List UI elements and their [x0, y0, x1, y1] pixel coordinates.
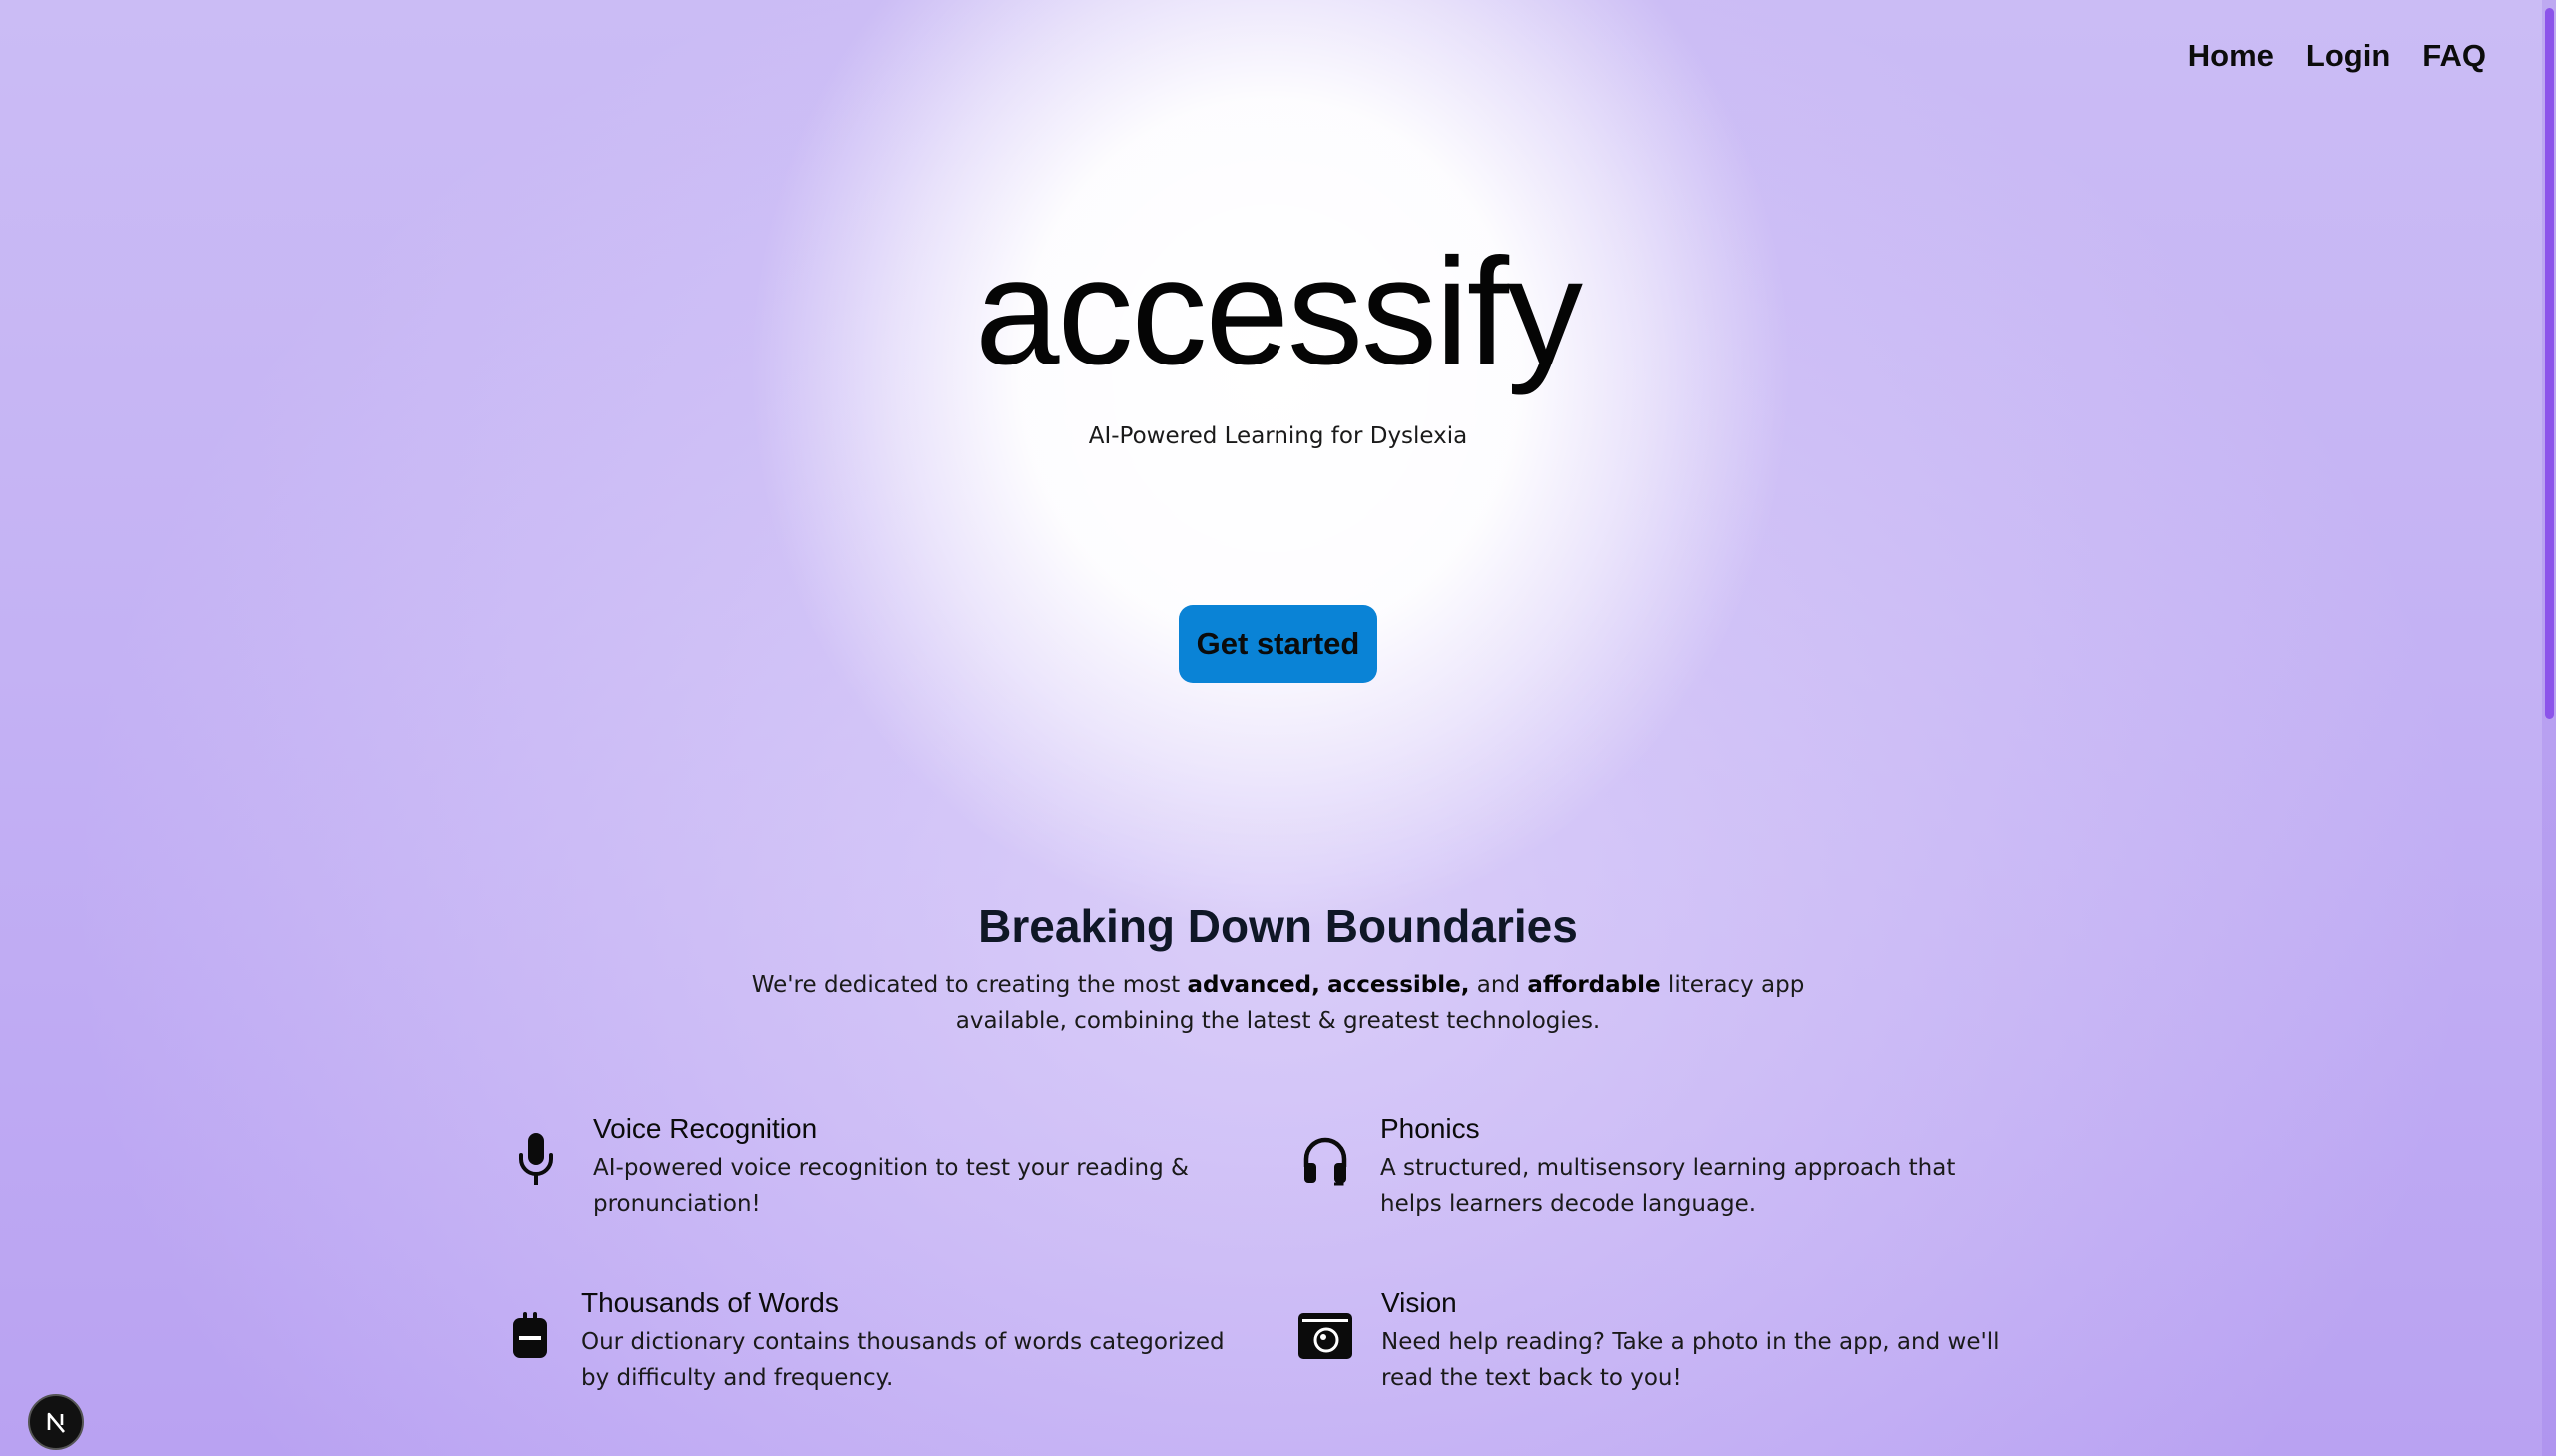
nextjs-dev-badge[interactable]	[28, 1394, 84, 1450]
feature-text: Vision Need help reading? Take a photo i…	[1381, 1284, 2041, 1396]
section-desc-text: available, combining the latest & greate…	[955, 1008, 1601, 1034]
feature-description: Need help reading? Take a photo in the a…	[1381, 1329, 2000, 1391]
cta-container: Get started	[0, 605, 2556, 683]
section-desc-bold: accessible,	[1327, 972, 1470, 998]
section-desc-text: We're dedicated to creating the most	[751, 972, 1188, 998]
section-desc-text: and	[1469, 972, 1528, 998]
section-description: We're dedicated to creating the most adv…	[0, 967, 2556, 1039]
nav-login-link[interactable]: Login	[2306, 38, 2390, 74]
feature-text: Thousands of Words Our dictionary contai…	[581, 1284, 1241, 1396]
feature-description: AI-powered voice recognition to test you…	[593, 1155, 1189, 1217]
section-desc-bold: advanced,	[1187, 972, 1320, 998]
nextjs-icon	[47, 1412, 65, 1433]
feature-title: Voice Recognition	[593, 1113, 818, 1144]
app-logo: accessify	[974, 227, 1583, 396]
backpack-icon	[507, 1306, 553, 1364]
feature-description: Our dictionary contains thousands of wor…	[581, 1329, 1225, 1391]
feature-title: Vision	[1381, 1287, 1457, 1318]
section-title: Breaking Down Boundaries	[978, 900, 1578, 952]
nav-home-link[interactable]: Home	[2188, 38, 2274, 74]
feature-title: Phonics	[1380, 1113, 1480, 1144]
feature-text: Phonics A structured, multisensory learn…	[1380, 1110, 2020, 1222]
headphones-icon	[1296, 1132, 1354, 1190]
feature-description: A structured, multisensory learning appr…	[1380, 1155, 1956, 1217]
feature-text: Voice Recognition AI-powered voice recog…	[593, 1110, 1213, 1222]
scrollbar-thumb[interactable]	[2545, 8, 2554, 719]
tagline: AI-Powered Learning for Dyslexia	[1088, 423, 1468, 449]
camera-icon	[1296, 1306, 1354, 1364]
section-desc-bold: affordable	[1527, 972, 1661, 998]
section-desc-text: literacy app	[1660, 972, 1805, 998]
page-scrollbar[interactable]	[2542, 0, 2556, 1456]
get-started-button[interactable]: Get started	[1178, 605, 1378, 683]
feature-title: Thousands of Words	[581, 1287, 839, 1318]
microphone-icon	[507, 1130, 565, 1188]
nav-faq-link[interactable]: FAQ	[2422, 38, 2486, 74]
top-nav: Home Login FAQ	[2188, 38, 2486, 74]
